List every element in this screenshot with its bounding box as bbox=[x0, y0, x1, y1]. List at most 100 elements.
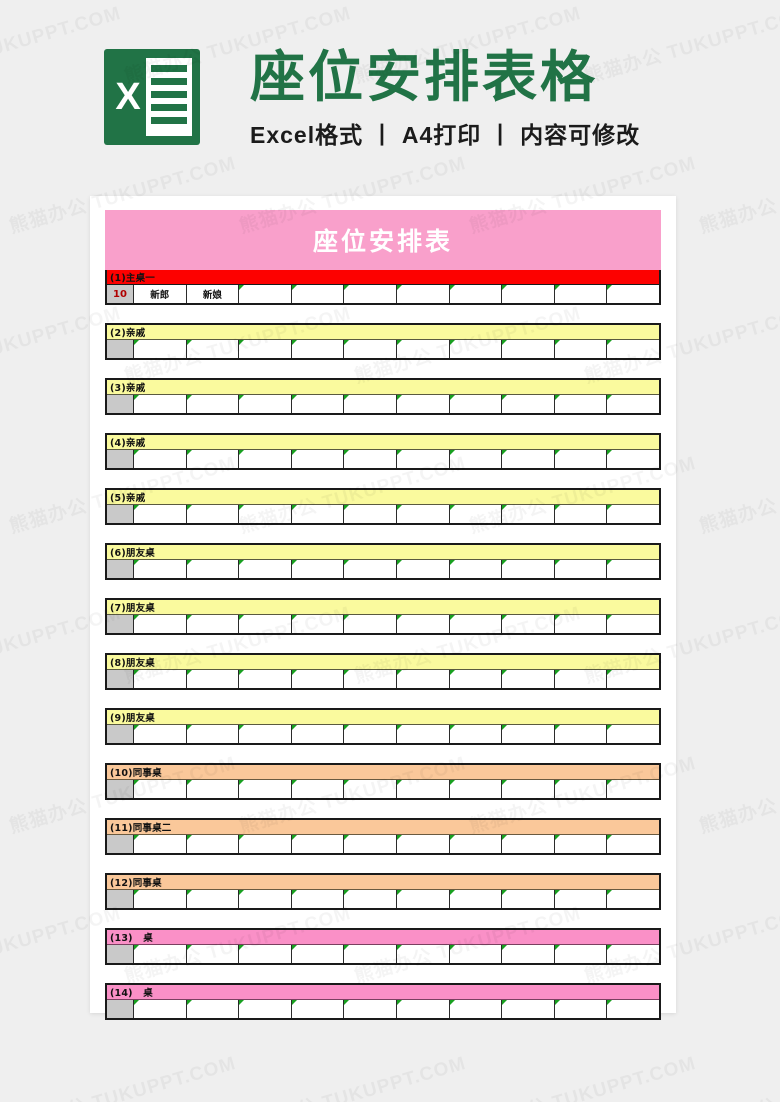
seat-cell[interactable] bbox=[239, 615, 292, 633]
seat-cell[interactable] bbox=[186, 505, 240, 523]
seat-cell[interactable] bbox=[344, 1000, 397, 1018]
seat-cell[interactable] bbox=[396, 285, 450, 303]
seat-cell[interactable] bbox=[607, 890, 659, 908]
seat-count-cell[interactable] bbox=[107, 615, 134, 633]
seat-cell[interactable] bbox=[554, 450, 608, 468]
seat-cell[interactable] bbox=[607, 395, 659, 413]
seat-cell[interactable] bbox=[607, 615, 659, 633]
table-header[interactable]: (14) 桌 bbox=[107, 985, 659, 1000]
table-header[interactable]: (12)同事桌 bbox=[107, 875, 659, 890]
seat-cell[interactable] bbox=[607, 285, 659, 303]
seat-cell[interactable] bbox=[396, 890, 450, 908]
seat-count-cell[interactable] bbox=[107, 670, 134, 688]
seat-cell[interactable] bbox=[449, 340, 503, 358]
seat-cell[interactable] bbox=[239, 340, 292, 358]
seat-cell[interactable] bbox=[186, 395, 240, 413]
seat-cell[interactable] bbox=[344, 725, 397, 743]
seat-cell[interactable] bbox=[186, 780, 240, 798]
seat-cell[interactable] bbox=[396, 395, 450, 413]
seat-count-cell[interactable] bbox=[107, 340, 134, 358]
seat-count-cell[interactable] bbox=[107, 1000, 134, 1018]
seat-cell[interactable] bbox=[134, 450, 187, 468]
seat-cell[interactable] bbox=[502, 505, 555, 523]
seat-cell[interactable] bbox=[186, 450, 240, 468]
seat-cell[interactable] bbox=[186, 725, 240, 743]
seat-cell[interactable] bbox=[554, 505, 608, 523]
seat-cell[interactable] bbox=[607, 670, 659, 688]
table-header[interactable]: (13) 桌 bbox=[107, 930, 659, 945]
seat-cell[interactable] bbox=[449, 780, 503, 798]
seat-cell[interactable] bbox=[396, 780, 450, 798]
seat-cell[interactable] bbox=[291, 340, 345, 358]
table-header[interactable]: (3)亲戚 bbox=[107, 380, 659, 395]
seat-cell[interactable] bbox=[134, 505, 187, 523]
seat-cell[interactable] bbox=[239, 670, 292, 688]
seat-cell[interactable] bbox=[239, 450, 292, 468]
seat-cell[interactable] bbox=[344, 670, 397, 688]
seat-cell[interactable] bbox=[449, 725, 503, 743]
seat-count-cell[interactable] bbox=[107, 395, 134, 413]
seat-cell[interactable] bbox=[502, 615, 555, 633]
table-header[interactable]: (5)亲戚 bbox=[107, 490, 659, 505]
seat-cell[interactable] bbox=[134, 725, 187, 743]
seat-cell[interactable] bbox=[607, 945, 659, 963]
seat-cell[interactable] bbox=[449, 615, 503, 633]
seat-count-cell[interactable] bbox=[107, 725, 134, 743]
seat-cell[interactable] bbox=[502, 340, 555, 358]
seat-cell[interactable] bbox=[134, 340, 187, 358]
seat-cell[interactable] bbox=[607, 450, 659, 468]
seat-cell[interactable] bbox=[502, 890, 555, 908]
seat-cell[interactable] bbox=[607, 780, 659, 798]
seat-cell[interactable] bbox=[502, 1000, 555, 1018]
seat-cell[interactable] bbox=[134, 1000, 187, 1018]
table-header[interactable]: (9)朋友桌 bbox=[107, 710, 659, 725]
seat-cell[interactable] bbox=[502, 560, 555, 578]
seat-cell[interactable] bbox=[607, 560, 659, 578]
seat-cell[interactable] bbox=[396, 615, 450, 633]
seat-cell[interactable] bbox=[291, 890, 345, 908]
seat-cell[interactable] bbox=[239, 945, 292, 963]
seat-cell[interactable] bbox=[186, 945, 240, 963]
seat-cell[interactable] bbox=[134, 670, 187, 688]
seat-cell[interactable] bbox=[239, 890, 292, 908]
seat-cell[interactable] bbox=[186, 560, 240, 578]
seat-cell[interactable] bbox=[344, 395, 397, 413]
seat-cell[interactable] bbox=[449, 395, 503, 413]
seat-cell[interactable] bbox=[186, 615, 240, 633]
seat-cell[interactable] bbox=[134, 395, 187, 413]
seat-cell[interactable] bbox=[186, 670, 240, 688]
seat-count-cell[interactable] bbox=[107, 945, 134, 963]
seat-cell[interactable] bbox=[186, 835, 240, 853]
seat-cell[interactable] bbox=[291, 285, 345, 303]
seat-cell[interactable] bbox=[554, 835, 608, 853]
seat-cell[interactable] bbox=[239, 285, 292, 303]
table-header[interactable]: (11)同事桌二 bbox=[107, 820, 659, 835]
seat-cell[interactable] bbox=[396, 450, 450, 468]
seat-cell[interactable] bbox=[239, 395, 292, 413]
seat-cell[interactable] bbox=[291, 835, 345, 853]
seat-cell[interactable] bbox=[134, 780, 187, 798]
seat-cell[interactable] bbox=[502, 725, 555, 743]
seat-cell[interactable] bbox=[344, 285, 397, 303]
table-header[interactable]: (4)亲戚 bbox=[107, 435, 659, 450]
seat-count-cell[interactable] bbox=[107, 505, 134, 523]
seat-cell[interactable] bbox=[186, 340, 240, 358]
seat-cell[interactable] bbox=[344, 615, 397, 633]
seat-cell[interactable] bbox=[449, 835, 503, 853]
seat-cell[interactable] bbox=[239, 725, 292, 743]
seat-cell[interactable] bbox=[554, 780, 608, 798]
seat-cell[interactable] bbox=[554, 340, 608, 358]
seat-cell[interactable] bbox=[344, 505, 397, 523]
seat-cell[interactable] bbox=[291, 560, 345, 578]
seat-cell[interactable] bbox=[449, 285, 503, 303]
seat-cell[interactable] bbox=[502, 835, 555, 853]
seat-count-cell[interactable] bbox=[107, 560, 134, 578]
seat-cell[interactable] bbox=[554, 945, 608, 963]
seat-cell[interactable] bbox=[396, 835, 450, 853]
table-header[interactable]: (2)亲戚 bbox=[107, 325, 659, 340]
seat-cell[interactable] bbox=[396, 945, 450, 963]
seat-cell[interactable] bbox=[344, 450, 397, 468]
seat-cell[interactable] bbox=[554, 285, 608, 303]
seat-cell[interactable] bbox=[396, 505, 450, 523]
seat-cell[interactable] bbox=[239, 1000, 292, 1018]
